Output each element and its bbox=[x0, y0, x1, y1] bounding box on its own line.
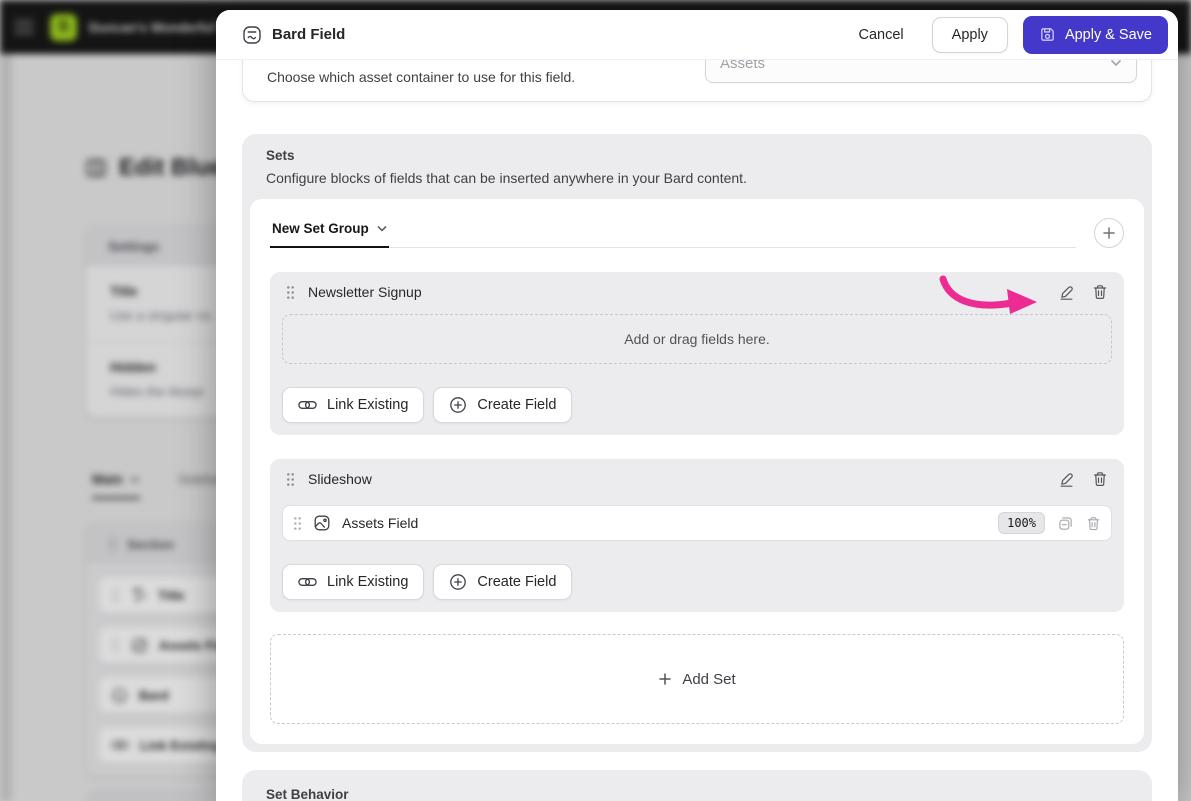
sets-container: New Set Group Newsletter Signup Add or d… bbox=[250, 199, 1144, 744]
set-actions: Link Existing Create Field bbox=[282, 564, 1112, 600]
field-width-badge[interactable]: 100% bbox=[998, 512, 1045, 534]
bard-field-modal: Bard Field Cancel Apply Apply & Save Cho… bbox=[216, 10, 1178, 801]
cancel-button[interactable]: Cancel bbox=[846, 19, 917, 51]
delete-set-icon[interactable] bbox=[1092, 284, 1108, 300]
set-block-slideshow: Slideshow Assets Field 100% Link Existin… bbox=[270, 459, 1124, 612]
asset-container-field-card: Choose which asset container to use for … bbox=[242, 60, 1152, 102]
asset-container-select[interactable]: Assets bbox=[705, 60, 1137, 83]
assets-field-icon bbox=[313, 514, 331, 532]
chevron-down-icon bbox=[377, 225, 387, 232]
add-set-button[interactable]: Add Set bbox=[270, 634, 1124, 724]
header-actions: Cancel Apply Apply & Save bbox=[846, 15, 1168, 54]
drag-handle-icon[interactable] bbox=[286, 285, 295, 300]
set-behavior-section: Set Behavior bbox=[242, 770, 1152, 801]
plus-icon bbox=[658, 672, 672, 686]
drag-handle-icon[interactable] bbox=[293, 516, 302, 531]
modal-body: Choose which asset container to use for … bbox=[216, 60, 1178, 801]
modal-title: Bard Field bbox=[272, 26, 346, 43]
delete-set-icon[interactable] bbox=[1092, 471, 1108, 487]
set-name: Slideshow bbox=[308, 471, 372, 487]
set-header-icons bbox=[1058, 471, 1108, 488]
field-name: Assets Field bbox=[342, 515, 419, 531]
delete-field-icon[interactable] bbox=[1086, 516, 1101, 531]
sets-title: Sets bbox=[266, 148, 295, 163]
set-header: Newsletter Signup bbox=[282, 276, 1112, 308]
set-block-newsletter-signup: Newsletter Signup Add or drag fields her… bbox=[270, 272, 1124, 435]
duplicate-field-icon[interactable] bbox=[1058, 516, 1073, 531]
field-row-controls: 100% bbox=[998, 512, 1101, 534]
set-name: Newsletter Signup bbox=[308, 284, 422, 300]
set-header: Slideshow bbox=[282, 463, 1112, 495]
link-existing-button[interactable]: Link Existing bbox=[282, 564, 425, 600]
edit-set-icon[interactable] bbox=[1058, 284, 1075, 301]
field-drop-zone[interactable]: Add or drag fields here. bbox=[282, 314, 1112, 364]
field-row-assets-field[interactable]: Assets Field 100% bbox=[282, 505, 1112, 541]
set-behavior-title: Set Behavior bbox=[266, 787, 349, 801]
plus-circle-icon bbox=[449, 573, 467, 591]
set-group-tab[interactable]: New Set Group bbox=[270, 217, 389, 248]
set-group-tabs: New Set Group bbox=[270, 217, 1076, 248]
create-field-button[interactable]: Create Field bbox=[433, 564, 573, 600]
plus-icon bbox=[1103, 227, 1115, 239]
sets-description: Configure blocks of fields that can be i… bbox=[266, 170, 747, 186]
apply-save-button[interactable]: Apply & Save bbox=[1022, 15, 1168, 54]
drag-handle-icon[interactable] bbox=[286, 472, 295, 487]
set-group-tab-row: New Set Group bbox=[270, 217, 1124, 248]
add-set-group-button[interactable] bbox=[1094, 218, 1124, 248]
plus-circle-icon bbox=[449, 396, 467, 414]
link-existing-button[interactable]: Link Existing bbox=[282, 387, 425, 423]
link-icon bbox=[298, 576, 317, 588]
set-actions: Link Existing Create Field bbox=[282, 387, 1112, 423]
modal-title-wrap: Bard Field bbox=[242, 25, 345, 45]
create-field-button[interactable]: Create Field bbox=[433, 387, 573, 423]
modal-header: Bard Field Cancel Apply Apply & Save bbox=[216, 10, 1178, 60]
edit-set-icon[interactable] bbox=[1058, 471, 1075, 488]
save-icon bbox=[1039, 26, 1056, 43]
link-icon bbox=[298, 399, 317, 411]
apply-button[interactable]: Apply bbox=[931, 16, 1008, 53]
bard-field-icon bbox=[242, 25, 262, 45]
set-header-icons bbox=[1058, 284, 1108, 301]
asset-container-description: Choose which asset container to use for … bbox=[267, 69, 576, 85]
sets-section: Sets Configure blocks of fields that can… bbox=[242, 134, 1152, 752]
chevron-down-icon bbox=[1110, 60, 1122, 67]
